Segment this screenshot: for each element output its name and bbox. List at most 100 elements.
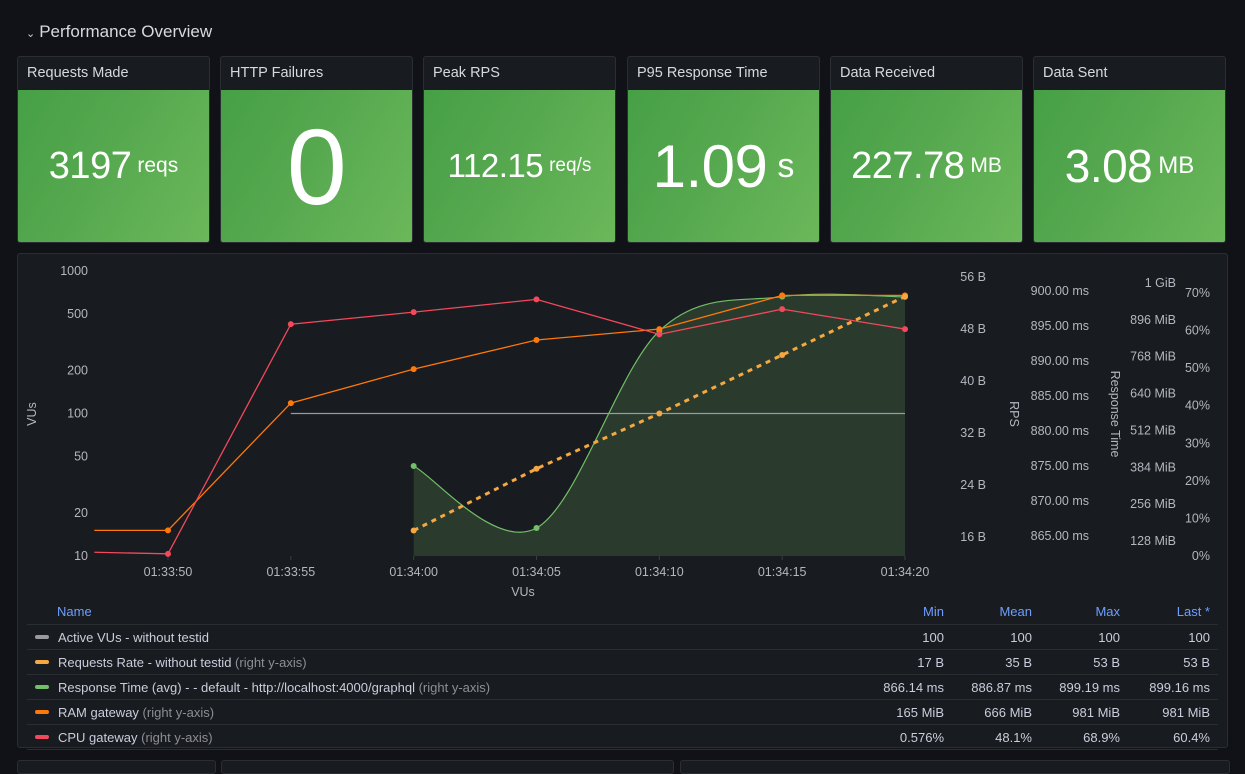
y-tick-label-vus: 10	[74, 549, 88, 563]
y-tick-label-rps: 48 B	[960, 322, 986, 336]
stat-panel-http-failures[interactable]: HTTP Failures 0	[220, 56, 413, 243]
row-title: Performance Overview	[39, 22, 213, 41]
legend-last-value: 53 B	[1128, 649, 1218, 675]
y-tick-label-response-time: 890.00 ms	[1031, 354, 1089, 368]
y-tick-label-vus: 200	[67, 364, 88, 378]
legend-series-name[interactable]: RAM gateway (right y-axis)	[27, 699, 854, 725]
y-tick-label-vus: 50	[74, 449, 88, 463]
series-label: Active VUs - without testid	[58, 629, 209, 645]
y-tick-label-cpu: 70%	[1185, 286, 1210, 300]
legend-series-name[interactable]: Response Time (avg) - - default - http:/…	[27, 674, 854, 700]
stat-value: 227.78	[851, 144, 965, 187]
legend-col-max[interactable]: Max	[1040, 599, 1128, 625]
data-point-ram-gateway	[165, 527, 171, 534]
stat-panel-p95-response-time[interactable]: P95 Response Time 1.09 s	[627, 56, 820, 243]
stat-value-area: 3.08 MB	[1034, 90, 1225, 242]
row-header-performance-overview[interactable]: ⌄ Performance Overview	[26, 18, 212, 46]
next-panel-edge	[221, 760, 674, 774]
data-point-response-time-avg-default-http-localhost-4000-graphql	[533, 525, 540, 532]
legend-row[interactable]: Response Time (avg) - - default - http:/…	[27, 674, 1218, 700]
legend-max-value: 100	[1040, 624, 1128, 650]
legend-last-value: 899.16 ms	[1128, 674, 1218, 700]
legend-series-name[interactable]: Requests Rate - without testid (right y-…	[27, 649, 854, 675]
stat-value-area: 112.15 req/s	[424, 90, 615, 242]
timeseries-panel[interactable]: 1000 500 200 100 50 20 10 VUs 01:33:50 01:33:55 01…	[17, 253, 1228, 750]
stat-value-area: 227.78 MB	[831, 90, 1022, 242]
data-point-requests-rate-without-testid	[656, 410, 663, 417]
stat-value: 0	[286, 105, 347, 227]
data-point-ram-gateway	[287, 400, 294, 407]
legend-last-value: 100	[1128, 624, 1218, 650]
y-tick-label-ram: 512 MiB	[1130, 423, 1176, 437]
axis-hint: (right y-axis)	[142, 704, 215, 720]
legend-col-mean[interactable]: Mean	[952, 599, 1040, 625]
legend-mean-value: 100	[952, 624, 1040, 650]
legend-header-row: Name Min Mean Max Last *	[27, 599, 1218, 625]
legend-last-value: 981 MiB	[1128, 699, 1218, 725]
series-color-swatch[interactable]	[35, 660, 49, 665]
y-tick-label-cpu: 30%	[1185, 436, 1210, 450]
stat-value: 3197	[48, 144, 132, 187]
stat-title: Peak RPS	[433, 65, 500, 81]
y-tick-label-response-time: 885.00 ms	[1031, 389, 1089, 403]
y-tick-label-rps: 40 B	[960, 374, 986, 388]
y-tick-label-cpu: 40%	[1185, 399, 1210, 413]
legend-mean-value: 48.1%	[952, 724, 1040, 750]
data-point-ram-gateway	[533, 337, 540, 344]
data-point-cpu-gateway	[656, 331, 663, 338]
timeseries-chart[interactable]: 1000 500 200 100 50 20 10 VUs 01:33:50 01:33:55 01…	[18, 254, 1227, 599]
series-color-swatch[interactable]	[35, 635, 49, 640]
legend-col-last[interactable]: Last *	[1128, 599, 1218, 625]
legend-col-min[interactable]: Min	[854, 599, 952, 625]
series-color-swatch[interactable]	[35, 735, 49, 740]
legend-min-value: 17 B	[854, 649, 952, 675]
stat-unit: req/s	[549, 155, 592, 176]
series-label: CPU gateway	[58, 729, 138, 745]
data-point-requests-rate-without-testid	[902, 293, 908, 300]
series-color-swatch[interactable]	[35, 710, 49, 715]
legend-series-name[interactable]: Active VUs - without testid	[27, 624, 854, 650]
series-label: RAM gateway	[58, 704, 139, 720]
legend-max-value: 53 B	[1040, 649, 1128, 675]
legend-row[interactable]: Active VUs - without testid 100 100 100 100	[27, 624, 1218, 650]
legend-row[interactable]: CPU gateway (right y-axis) 0.576% 48.1% 68.…	[27, 724, 1218, 750]
y-tick-label-response-time: 900.00 ms	[1031, 284, 1089, 298]
legend-col-name[interactable]: Name	[27, 599, 854, 625]
y-tick-label-ram: 256 MiB	[1130, 497, 1176, 511]
legend-max-value: 899.19 ms	[1040, 674, 1128, 700]
legend-min-value: 100	[854, 624, 952, 650]
y-tick-label-cpu: 50%	[1185, 361, 1210, 375]
series-label: Requests Rate - without testid	[58, 654, 232, 670]
chevron-down-icon: ⌄	[26, 28, 36, 40]
y-tick-label-response-time: 870.00 ms	[1031, 494, 1089, 508]
stat-panel-requests-made[interactable]: Requests Made 3197 reqs	[17, 56, 210, 243]
y-tick-label-ram: 128 MiB	[1130, 534, 1176, 548]
stat-panel-data-sent[interactable]: Data Sent 3.08 MB	[1033, 56, 1226, 243]
stat-unit: s	[777, 146, 795, 185]
series-label: Response Time (avg) - - default - http:/…	[58, 679, 415, 695]
stat-value: 3.08	[1064, 140, 1153, 192]
y-tick-label-vus: 500	[67, 307, 88, 321]
y-tick-label-ram: 768 MiB	[1130, 350, 1176, 364]
data-point-requests-rate-without-testid	[779, 352, 786, 358]
legend-row[interactable]: RAM gateway (right y-axis) 165 MiB 666 MiB…	[27, 699, 1218, 725]
stat-unit: MB	[970, 154, 1002, 177]
stat-title: Data Sent	[1043, 65, 1108, 81]
data-point-cpu-gateway	[287, 321, 294, 328]
y-tick-label-response-time: 875.00 ms	[1031, 459, 1089, 473]
y-tick-label-rps: 56 B	[960, 270, 986, 284]
stat-title: Data Received	[840, 65, 936, 81]
stat-panel-peak-rps[interactable]: Peak RPS 112.15 req/s	[423, 56, 616, 243]
y-tick-label-cpu: 20%	[1185, 474, 1210, 488]
series-color-swatch[interactable]	[35, 685, 49, 690]
legend-row[interactable]: Requests Rate - without testid (right y-…	[27, 649, 1218, 675]
stat-value-area: 1.09 s	[628, 90, 819, 242]
y-tick-label-rps: 32 B	[960, 426, 986, 440]
y-tick-label-ram: 640 MiB	[1130, 387, 1176, 401]
y-axis-title-rps: RPS	[1007, 401, 1021, 427]
y-tick-label-response-time: 895.00 ms	[1031, 319, 1089, 333]
data-point-cpu-gateway	[902, 326, 908, 333]
legend-series-name[interactable]: CPU gateway (right y-axis)	[27, 724, 854, 750]
stat-panel-data-received[interactable]: Data Received 227.78 MB	[830, 56, 1023, 243]
stat-title: HTTP Failures	[230, 65, 324, 81]
